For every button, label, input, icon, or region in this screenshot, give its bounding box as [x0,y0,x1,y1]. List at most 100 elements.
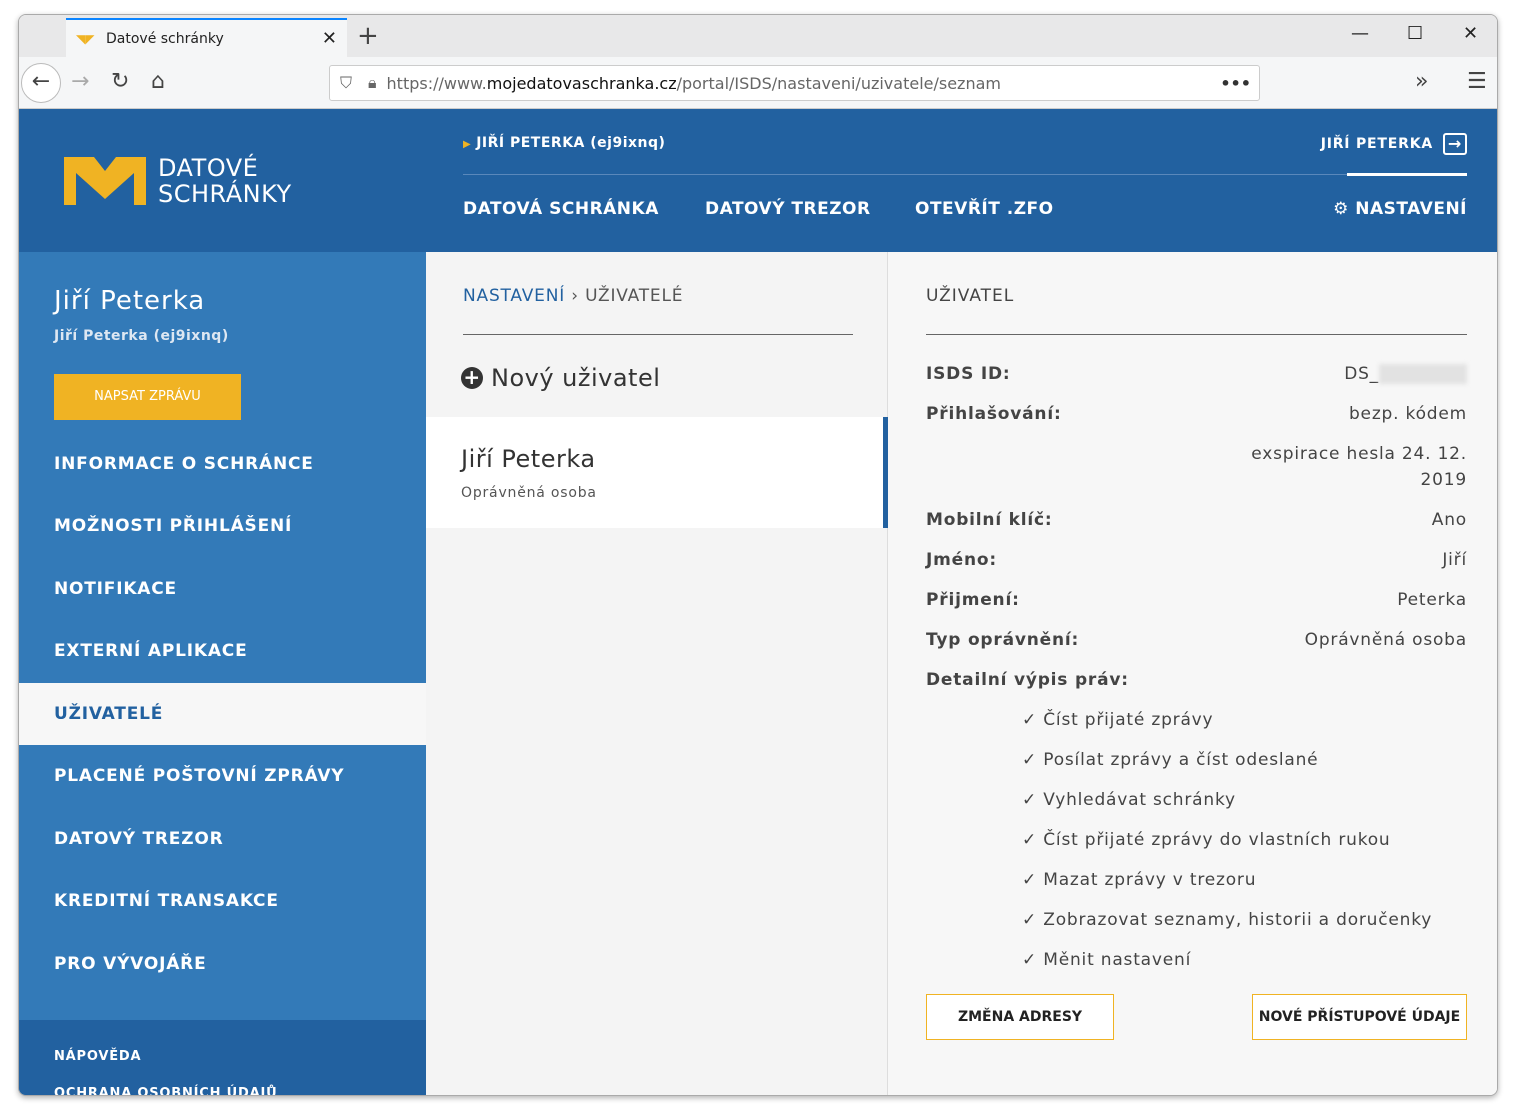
logo-text-1: DATOVÉ [158,154,259,182]
reload-icon[interactable]: ↻ [111,69,129,94]
sidebar-item-moznosti-prihlaseni[interactable]: MOŽNOSTI PŘIHLÁŠENÍ [19,495,426,557]
sidebar-item-placene-zpravy[interactable]: PLACENÉ POŠTOVNÍ ZPRÁVY [19,745,426,807]
current-box-label: JIŘÍ PETERKA (ej9ixnq) [476,135,666,151]
breadcrumb-nastaveni[interactable]: NASTAVENÍ [463,286,565,306]
url-bar[interactable]: ⛉ 🔒︎ https://www. mojedatovaschranka.cz/p… [329,65,1260,101]
menu-nastaveni[interactable]: ⚙ NASTAVENÍ [1333,199,1467,219]
first-name-row: Jméno: Jiří [926,550,1467,570]
right-item: ✓ Číst přijaté zprávy [1022,710,1214,730]
type-value: Oprávněná osoba [1304,630,1467,650]
back-icon[interactable]: ← [21,63,61,103]
home-icon[interactable]: ⌂ [151,69,165,94]
new-user-button[interactable]: + Nový uživatel [461,364,660,392]
active-underline [1347,173,1467,176]
right-item: ✓ Posílat zprávy a číst odeslané [1022,750,1319,770]
expiry-line1: exspirace hesla 24. 12. [1251,444,1467,464]
right-item: ✓ Číst přijaté zprávy do vlastních rukou [1022,830,1391,850]
maximize-icon[interactable]: ☐ [1407,23,1423,44]
nav-bar: ← → ↻ ⌂ ⛉ 🔒︎ https://www. mojedatovaschra… [19,57,1497,109]
triangle-icon: ▶ [463,139,472,150]
logo-text-2: SCHRÁNKY [158,180,292,208]
sidebar-name: Jiří Peterka [54,286,206,316]
sidebar-item-externi-aplikace[interactable]: EXTERNÍ APLIKACE [19,620,426,682]
list-item[interactable]: Jiří Peterka Oprávněná osoba [426,417,888,528]
isds-label: ISDS ID: [926,364,1011,384]
mobile-row: Mobilní klíč: Ano [926,510,1467,530]
privacy-link[interactable]: OCHRANA OSOBNÍCH ÚDAJŮ [54,1086,277,1095]
isds-value: DS_ [1344,364,1379,384]
list-item-role: Oprávněná osoba [461,485,597,501]
sidebar-item-datovy-trezor[interactable]: DATOVÝ TREZOR [19,808,426,870]
current-box[interactable]: ▶ JIŘÍ PETERKA (ej9ixnq) [463,135,665,151]
type-row: Typ oprávnění: Oprávněná osoba [926,630,1467,650]
sidebar: Jiří Peterka Jiří Peterka (ej9ixnq) NAPS… [19,252,426,1095]
minimize-icon[interactable]: — [1351,23,1369,44]
menu-icon[interactable]: ☰ [1467,69,1487,94]
first-name-value: Jiří [1442,550,1467,570]
forward-icon[interactable]: → [71,69,89,94]
mobile-label: Mobilní klíč: [926,510,1053,530]
sidebar-item-notifikace[interactable]: NOTIFIKACE [19,558,426,620]
change-address-button[interactable]: ZMĚNA ADRESY [926,994,1114,1040]
more-icon[interactable]: ••• [1220,74,1251,93]
gear-icon: ⚙ [1333,199,1349,219]
sidebar-footer: NÁPOVĚDA OCHRANA OSOBNÍCH ÚDAJŮ [19,1020,426,1095]
right-item: ✓ Zobrazovat seznamy, historii a doručen… [1022,910,1433,930]
shield-icon: ⛉ [340,73,353,92]
logout-icon[interactable]: → [1443,133,1467,155]
url-prefix: https://www. [386,73,487,93]
site-header: DATOVÉ SCHRÁNKY ▶ JIŘÍ PETERKA (ej9ixnq) J… [19,109,1497,252]
chevron-right-icon: › [571,286,579,306]
right-item: ✓ Mazat zprávy v trezoru [1022,870,1257,890]
logo-icon [64,157,146,205]
help-link[interactable]: NÁPOVĚDA [54,1049,141,1064]
menu-datova-schranka[interactable]: DATOVÁ SCHRÁNKA [463,199,659,219]
breadcrumb-current: UŽIVATELÉ [585,286,684,306]
expiry-row-2: 2019 [926,470,1467,490]
login-value: bezp. kódem [1348,404,1467,424]
rights-label: Detailní výpis práv: [926,670,1129,690]
sidebar-item-pro-vyvojare[interactable]: PRO VÝVOJÁŘE [19,933,426,995]
login-row: Přihlašování: bezp. kódem [926,404,1467,424]
user-name: JIŘÍ PETERKA [1320,136,1433,152]
compose-button[interactable]: NAPSAT ZPRÁVU [54,374,241,420]
new-user-label: Nový uživatel [491,364,661,392]
new-tab-icon[interactable]: + [357,21,379,51]
menu-datovy-trezor[interactable]: DATOVÝ TREZOR [705,199,871,219]
sidebar-item-kreditni-transakce[interactable]: KREDITNÍ TRANSAKCE [19,870,426,932]
logo[interactable]: DATOVÉ SCHRÁNKY [64,155,292,207]
lock-icon: 🔒︎ [368,73,377,92]
overflow-icon[interactable]: » [1415,69,1428,94]
user-list-panel: NASTAVENÍ › UŽIVATELÉ + Nový uživatel Jiř… [426,252,888,1095]
rights-row: Detailní výpis práv: [926,670,1467,690]
menu-nastaveni-label: NASTAVENÍ [1355,199,1467,219]
mobile-value: Ano [1431,510,1467,530]
close-window-icon[interactable]: ✕ [1463,23,1478,44]
right-item: ✓ Vyhledávat schránky [1022,790,1236,810]
breadcrumb: NASTAVENÍ › UŽIVATELÉ [463,286,683,306]
plus-circle-icon: + [461,367,483,389]
new-credentials-button[interactable]: NOVÉ PŘÍSTUPOVÉ ÚDAJE [1252,994,1467,1040]
sidebar-item-informace[interactable]: INFORMACE O SCHRÁNCE [19,433,426,495]
login-label: Přihlašování: [926,404,1062,424]
list-item-name: Jiří Peterka [461,445,596,473]
tab-bar: ◥◤ Datové schránky ✕ + — ☐ ✕ [19,15,1497,57]
divider [463,334,853,335]
sidebar-item-uzivatele[interactable]: UŽIVATELÉ [19,683,426,745]
right-item: ✓ Měnit nastavení [1022,950,1192,970]
sidebar-sub: Jiří Peterka (ej9ixnq) [54,328,229,344]
close-tab-icon[interactable]: ✕ [322,28,337,49]
header-divider [463,174,1467,175]
last-name-value: Peterka [1397,590,1467,610]
first-name-label: Jméno: [926,550,997,570]
favicon-icon: ◥◤ [76,31,95,46]
tab-title: Datové schránky [106,30,224,47]
isds-row: ISDS ID: DS_ [926,364,1467,384]
browser-tab[interactable]: ◥◤ Datové schránky ✕ [66,18,347,57]
user-detail-panel: UŽIVATEL ISDS ID: DS_ Přihlašování: bezp. … [889,252,1497,1095]
user-logout[interactable]: JIŘÍ PETERKA → [1321,133,1467,155]
expiry-line2: 2019 [1420,470,1467,490]
menu-otevrit-zfo[interactable]: OTEVŘÍT .ZFO [915,199,1054,219]
url-domain: mojedatovaschranka.cz [486,73,677,93]
url-path: /portal/ISDS/nastaveni/uzivatele/seznam [676,73,1001,93]
